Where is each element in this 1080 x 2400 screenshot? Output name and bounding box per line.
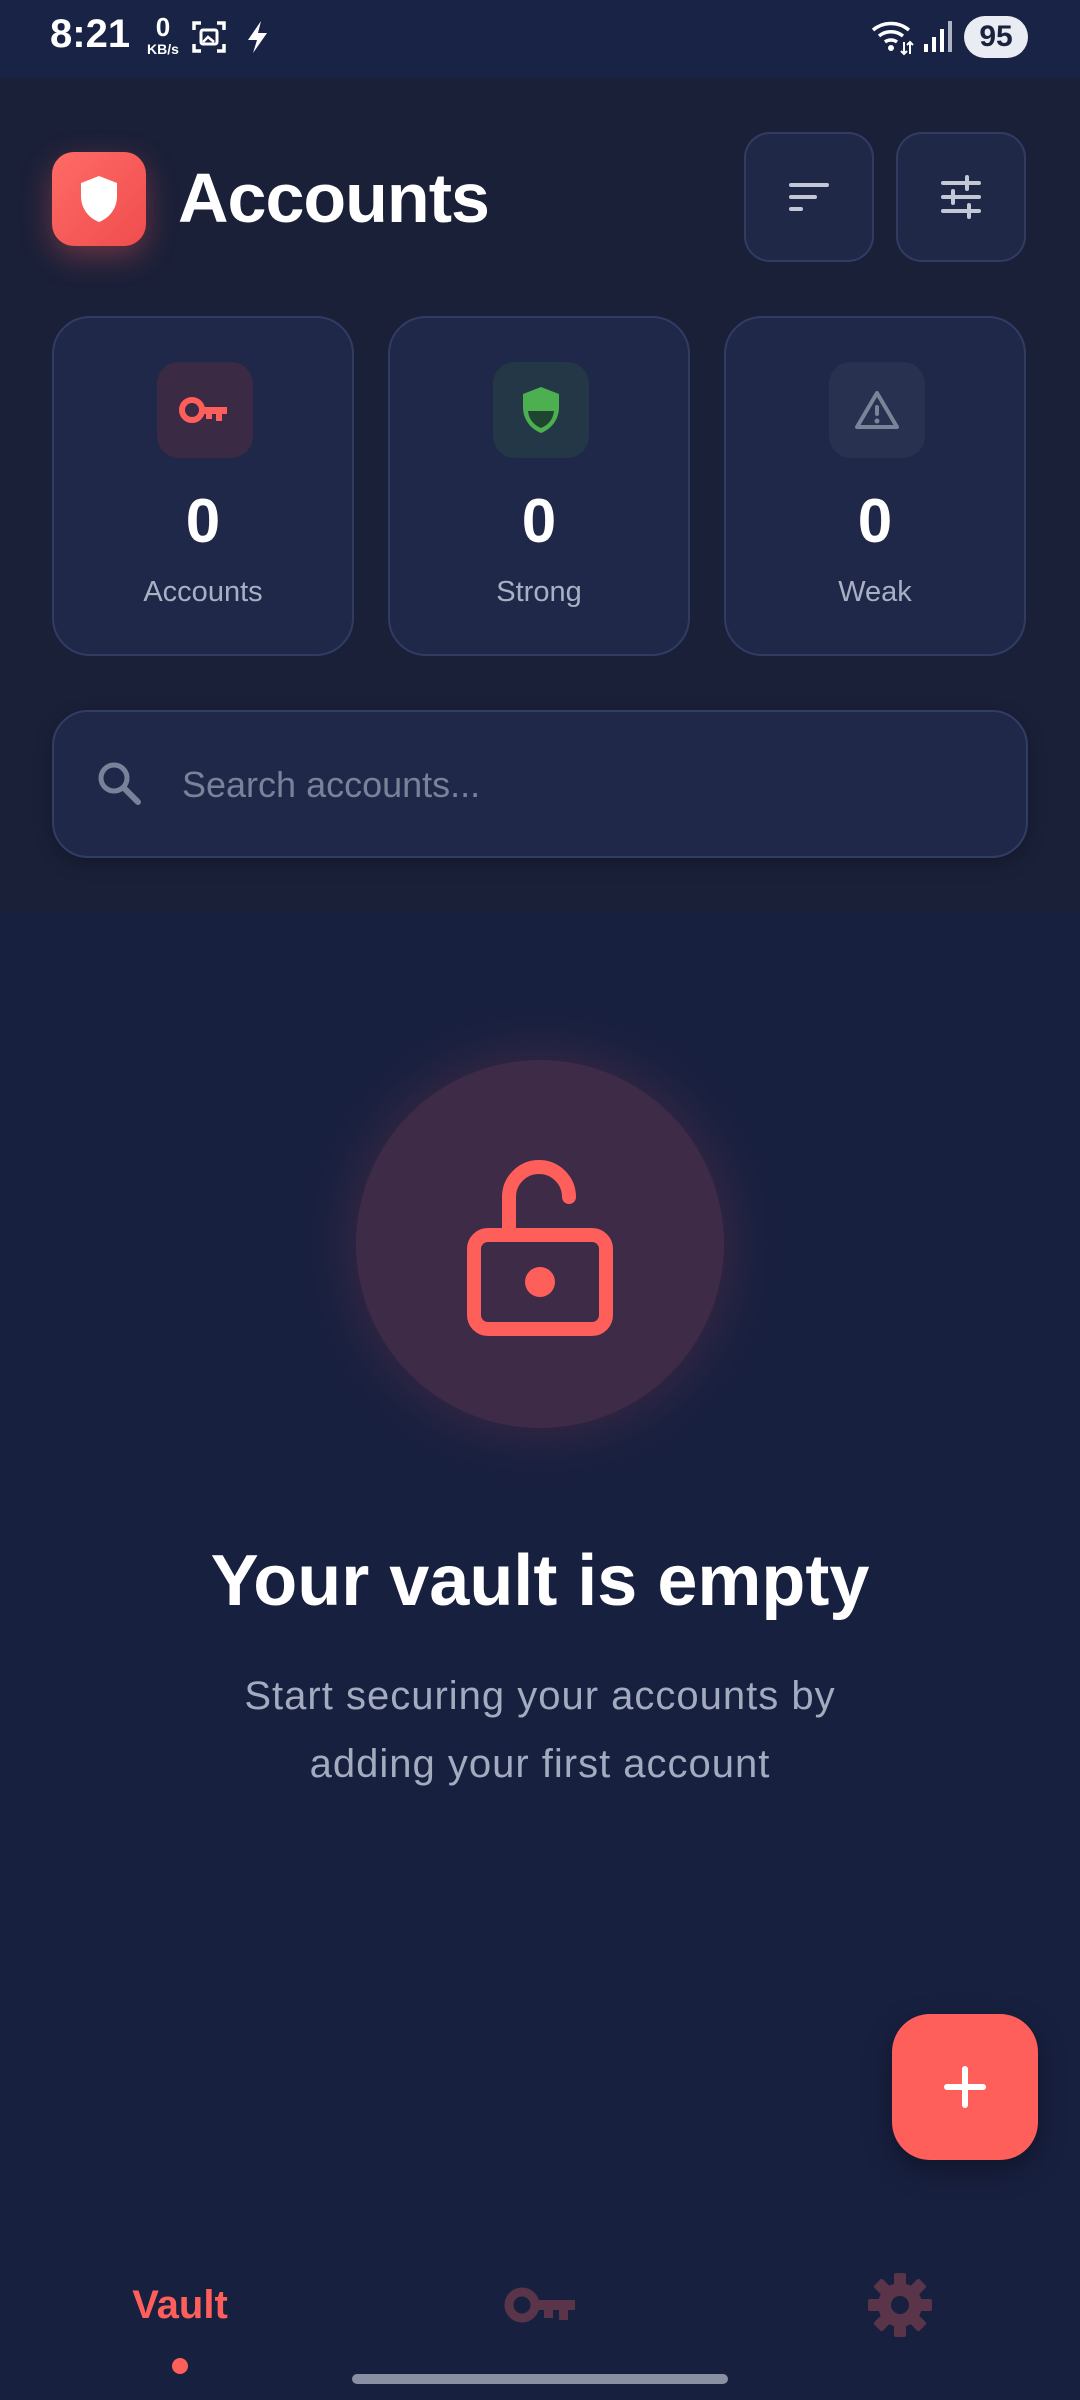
net-speed-unit: KB/s [147,41,179,57]
empty-state-subtitle: Start securing your accounts by adding y… [140,1662,940,1798]
stat-card-weak: 0 Weak [724,316,1026,656]
key-icon [179,397,227,423]
sort-button[interactable] [744,132,874,262]
stat-label-weak: Weak [838,576,912,608]
empty-state-subtitle-line1: Start securing your accounts by [244,1674,836,1718]
net-speed: 0 KB/s [140,14,186,56]
search-input[interactable] [180,748,984,822]
stat-icon-weak [829,362,925,458]
signal-icon [924,21,952,52]
add-account-button[interactable] [892,2014,1038,2160]
home-indicator[interactable] [352,2374,728,2384]
stat-card-accounts: 0 Accounts [52,316,354,656]
search-bar[interactable] [52,710,1028,858]
empty-state-subtitle-line2: adding your first account [309,1742,771,1786]
nav-settings[interactable] [840,2270,960,2340]
unlock-icon [467,1160,613,1336]
warning-icon [855,391,899,429]
empty-state-illustration [356,1060,724,1428]
nav-passwords[interactable] [480,2270,600,2340]
sort-icon [789,183,829,211]
stat-label-accounts: Accounts [143,576,263,608]
battery-indicator: 95 [964,16,1028,58]
plus-icon [944,2066,986,2108]
stat-card-strong: 0 Strong [388,316,690,656]
stat-icon-accounts [157,362,253,458]
flash-icon [248,21,267,53]
key-icon [504,2287,575,2323]
search-icon [98,762,141,805]
stat-value-accounts: 0 [185,487,221,556]
stat-label-strong: Strong [496,576,582,608]
shield-check-icon [523,387,559,433]
empty-state-title: Your vault is empty [210,1541,870,1621]
stat-value-strong: 0 [521,487,557,556]
sliders-icon [941,175,981,219]
nav-vault-label: Vault [132,2282,228,2327]
nav-vault[interactable]: Vault [80,2270,280,2340]
screenshot-icon [192,21,226,53]
status-time: 8:21 [50,12,131,56]
net-speed-value: 0 [155,12,171,42]
page-title: Accounts [178,159,490,237]
wifi-icon [871,21,914,56]
shield-icon [81,176,117,222]
filter-button[interactable] [896,132,1026,262]
stat-icon-strong [493,362,589,458]
app-logo [52,152,146,246]
nav-active-indicator [172,2358,188,2374]
status-bar: 8:21 0 KB/s 95 [0,0,1080,78]
gear-icon [868,2273,932,2337]
stat-value-weak: 0 [857,487,893,556]
